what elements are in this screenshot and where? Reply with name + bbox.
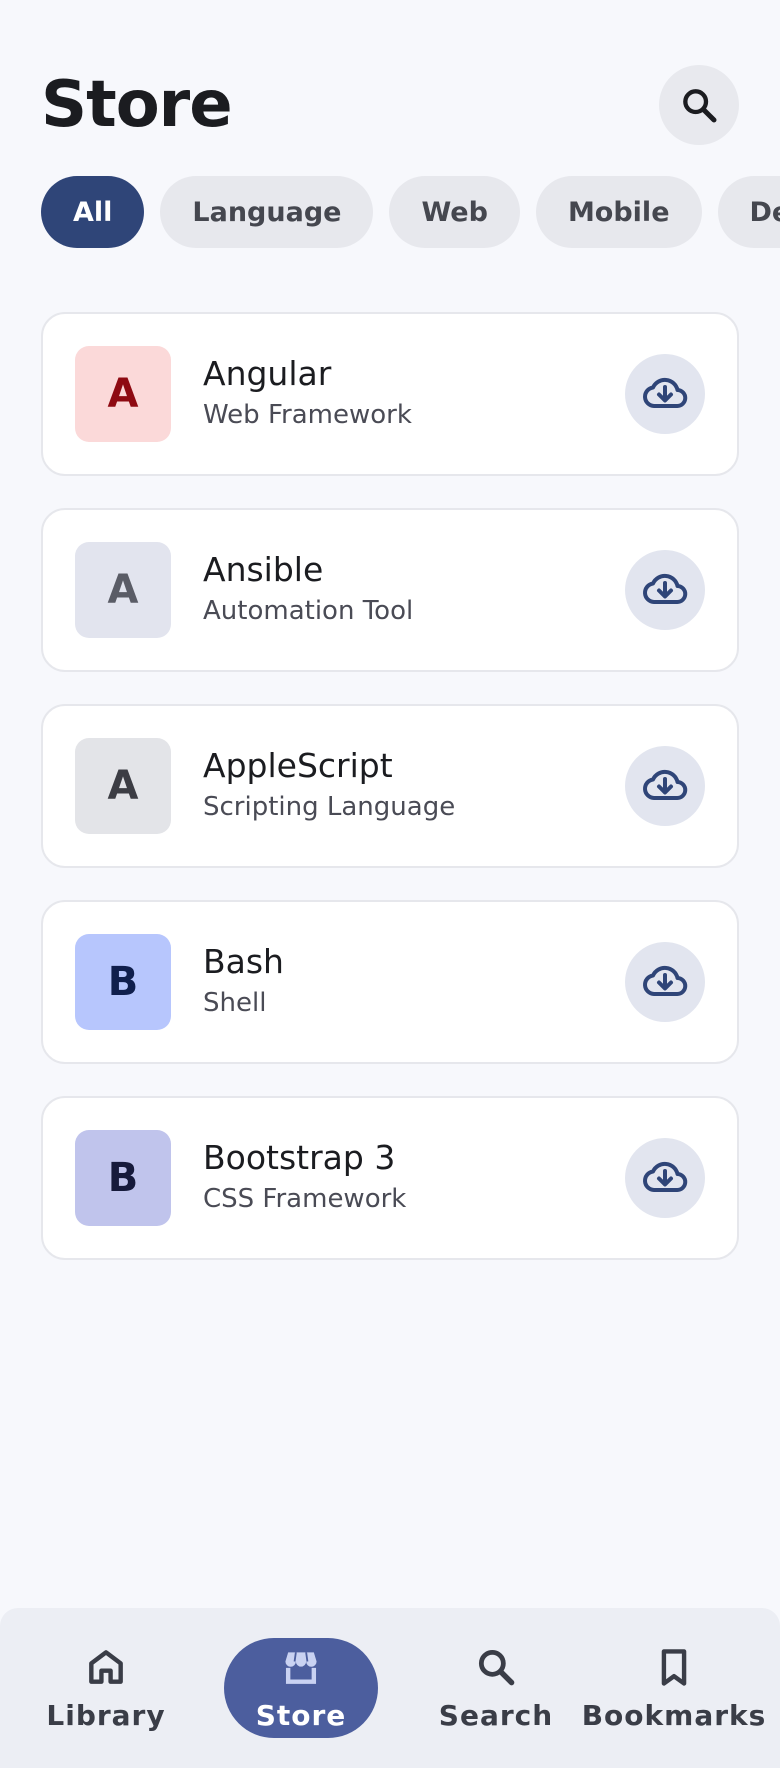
- item-name: Bootstrap 3: [203, 1138, 396, 1177]
- nav-label: Store: [255, 1698, 347, 1732]
- chip-devops[interactable]: DevOps: [717, 176, 780, 248]
- cloud-download-icon: [643, 769, 688, 800]
- download-button[interactable]: [625, 550, 705, 630]
- bookmark-icon: [661, 1648, 687, 1686]
- download-button[interactable]: [625, 1138, 705, 1218]
- item-name: Bash: [203, 942, 284, 981]
- search-button[interactable]: [659, 65, 739, 145]
- nav-label: Library: [46, 1698, 166, 1732]
- item-category: Scripting Language: [203, 792, 456, 822]
- bottom-navigation: Library Store Search Bookmarks: [0, 1608, 780, 1768]
- list-item[interactable]: A Ansible Automation Tool: [41, 508, 739, 672]
- avatar: A: [75, 346, 171, 442]
- nav-label: Bookmarks: [581, 1698, 767, 1732]
- nav-store[interactable]: Store: [224, 1638, 378, 1738]
- download-button[interactable]: [625, 942, 705, 1022]
- search-icon: [683, 89, 717, 123]
- item-category: CSS Framework: [203, 1184, 407, 1214]
- download-button[interactable]: [625, 354, 705, 434]
- item-info: Angular Web Framework: [203, 354, 412, 434]
- chip-language[interactable]: Language: [160, 176, 374, 248]
- header: Store: [41, 64, 739, 146]
- chip-all[interactable]: All: [41, 176, 145, 248]
- item-category: Automation Tool: [203, 596, 414, 626]
- item-category: Shell: [203, 988, 267, 1018]
- store-list: A Angular Web Framework A Ansible Automa…: [41, 312, 739, 1292]
- cloud-download-icon: [643, 1161, 688, 1192]
- store-icon: [285, 1651, 317, 1684]
- item-info: AppleScript Scripting Language: [203, 746, 455, 826]
- avatar: B: [75, 1130, 171, 1226]
- page-title: Store: [41, 68, 233, 142]
- avatar: A: [75, 542, 171, 638]
- cloud-download-icon: [643, 377, 688, 408]
- list-item[interactable]: A AppleScript Scripting Language: [41, 704, 739, 868]
- item-name: AppleScript: [203, 746, 393, 785]
- nav-search[interactable]: Search: [416, 1638, 576, 1738]
- list-item[interactable]: A Angular Web Framework: [41, 312, 739, 476]
- nav-bookmarks[interactable]: Bookmarks: [582, 1638, 765, 1738]
- chip-web[interactable]: Web: [389, 176, 520, 248]
- list-item[interactable]: B Bash Shell: [41, 900, 739, 1064]
- chip-mobile[interactable]: Mobile: [535, 176, 702, 248]
- search-icon: [478, 1649, 515, 1685]
- store-screen: Store All Language Web Mobile DevOps A A…: [0, 0, 780, 1768]
- filter-chips: All Language Web Mobile DevOps: [41, 176, 780, 248]
- item-info: Bootstrap 3 CSS Framework: [203, 1138, 406, 1218]
- nav-library[interactable]: Library: [26, 1638, 186, 1738]
- nav-label: Search: [438, 1698, 554, 1732]
- item-name: Ansible: [203, 550, 324, 589]
- item-name: Angular: [203, 354, 332, 393]
- cloud-download-icon: [643, 573, 688, 604]
- list-item[interactable]: B Bootstrap 3 CSS Framework: [41, 1096, 739, 1260]
- download-button[interactable]: [625, 746, 705, 826]
- avatar: B: [75, 934, 171, 1030]
- home-icon: [89, 1649, 123, 1684]
- item-info: Ansible Automation Tool: [203, 550, 413, 630]
- item-category: Web Framework: [203, 400, 412, 430]
- item-info: Bash Shell: [203, 942, 284, 1022]
- cloud-download-icon: [643, 965, 688, 996]
- avatar: A: [75, 738, 171, 834]
